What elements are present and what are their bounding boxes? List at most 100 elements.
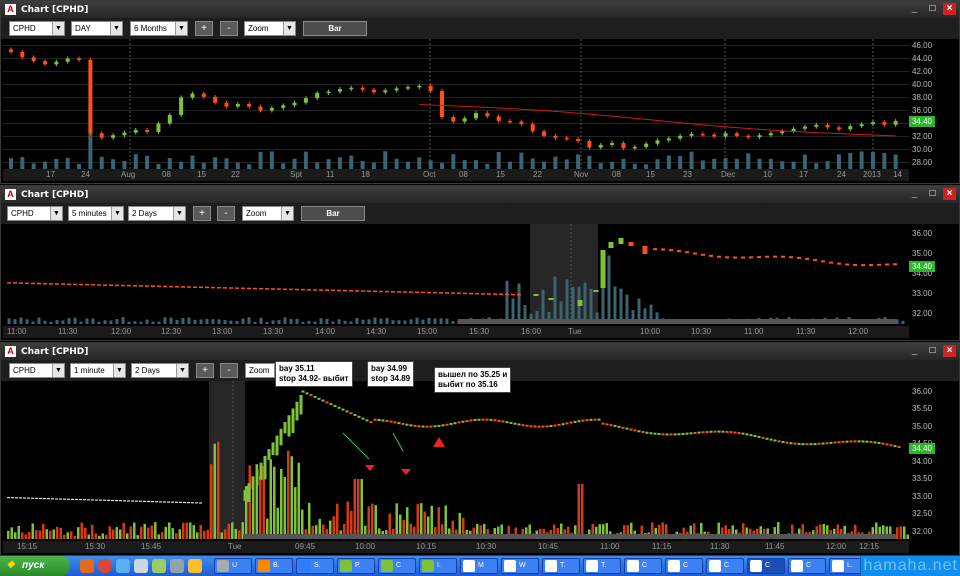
zoom-out-button[interactable]: - [220, 21, 238, 36]
candle [593, 418, 597, 421]
taskbar-task-button[interactable]: P. [337, 558, 375, 574]
candle [565, 422, 569, 425]
chevron-down-icon[interactable]: ▼ [52, 364, 64, 377]
candle [701, 431, 705, 434]
save-icon[interactable] [170, 559, 184, 573]
chevron-down-icon[interactable]: ▼ [50, 207, 62, 220]
candle [401, 422, 405, 425]
maximize-icon[interactable]: □ [926, 3, 939, 15]
taskbar-task-button[interactable]: C [788, 558, 826, 574]
window-titlebar[interactable]: A Chart [CPHD] _ □ × [1, 186, 959, 203]
taskbar-task-button[interactable]: I. [419, 558, 457, 574]
maximize-icon[interactable]: □ [926, 188, 939, 200]
chevron-down-icon[interactable]: ▼ [176, 364, 188, 377]
volume-bar [265, 321, 269, 324]
maximize-icon[interactable]: □ [926, 345, 939, 357]
taskbar-task-button[interactable]: B. [255, 558, 293, 574]
bar-chart-button[interactable]: Bar [303, 21, 367, 36]
volume-bar [105, 534, 108, 539]
volume-bar [893, 154, 898, 169]
window-titlebar[interactable]: A Chart [CPHD] _ □ × [1, 343, 959, 360]
volume-bar [571, 286, 575, 324]
minimize-icon[interactable]: _ [908, 345, 921, 357]
candle [9, 49, 13, 52]
taskbar-task-button[interactable]: T. [583, 558, 621, 574]
volume-bar [229, 320, 233, 324]
taskbar-task-button[interactable]: W [501, 558, 539, 574]
zoom-in-button[interactable]: + [193, 206, 211, 221]
minimize-icon[interactable]: _ [908, 188, 921, 200]
zoom-in-button[interactable]: + [195, 21, 213, 36]
task-app-icon [709, 560, 721, 572]
zoom-out-button[interactable]: - [217, 206, 235, 221]
opera-icon[interactable] [98, 559, 112, 573]
candle [87, 499, 90, 501]
candle [609, 424, 613, 427]
taskbar-task-button[interactable]: C [706, 558, 744, 574]
taskbar-task-button[interactable]: C [378, 558, 416, 574]
chevron-down-icon[interactable]: ▼ [113, 364, 125, 377]
candle [757, 435, 761, 438]
chevron-down-icon[interactable]: ▼ [52, 22, 64, 35]
candle [564, 137, 569, 140]
range-select[interactable]: 2 Days ▼ [128, 206, 186, 221]
chevron-down-icon[interactable]: ▼ [173, 207, 185, 220]
zoom-in-button[interactable]: + [196, 363, 214, 378]
browser-icon[interactable] [80, 559, 94, 573]
folder-icon[interactable] [188, 559, 202, 573]
taskbar-task-button[interactable]: C [624, 558, 662, 574]
app-icon[interactable] [152, 559, 166, 573]
chevron-down-icon[interactable]: ▼ [175, 22, 187, 35]
chevron-down-icon[interactable]: ▼ [111, 207, 123, 220]
candle [685, 432, 689, 435]
volume-bar [56, 526, 59, 539]
candle [857, 440, 861, 443]
ie-icon[interactable] [116, 559, 130, 573]
zoom-select[interactable]: Zoom ▼ [242, 206, 294, 221]
symbol-select[interactable]: CPHD ▼ [9, 363, 65, 378]
interval-select[interactable]: 1 minute ▼ [70, 363, 126, 378]
close-icon[interactable]: × [943, 345, 956, 357]
taskbar-task-button[interactable]: M [460, 558, 498, 574]
symbol-select[interactable]: CPHD ▼ [9, 21, 65, 36]
taskbar-task-button[interactable]: S. [296, 558, 334, 574]
volume-bar [91, 524, 94, 539]
volume-bar [444, 505, 447, 539]
close-icon[interactable]: × [943, 188, 956, 200]
taskbar-task-button[interactable]: U [214, 558, 252, 574]
x-tick-label: 12:15 [859, 542, 880, 551]
chevron-down-icon[interactable]: ▼ [281, 207, 293, 220]
trade-note-2-line-2: stop 34.89 [371, 374, 411, 383]
minimize-icon[interactable]: _ [908, 3, 921, 15]
price-plot-1min[interactable] [3, 381, 909, 539]
candle [505, 421, 509, 424]
interval-select[interactable]: DAY ▼ [71, 21, 123, 36]
price-plot-5min[interactable] [3, 224, 909, 324]
window-titlebar[interactable]: A Chart [CPHD] _ □ × [1, 1, 959, 18]
symbol-select[interactable]: CPHD ▼ [7, 206, 63, 221]
zoom-select[interactable]: Zoom [245, 363, 275, 378]
candle [409, 424, 413, 427]
zoom-out-button[interactable]: - [220, 363, 238, 378]
start-button[interactable]: ❖ пуск [0, 556, 70, 576]
taskbar-task-button[interactable]: T. [542, 558, 580, 574]
x-tick-label: 15 [646, 170, 655, 179]
last-price-badge: 34.40 [909, 115, 935, 127]
chevron-down-icon[interactable]: ▼ [110, 22, 122, 35]
range-select[interactable]: 6 Months ▼ [130, 21, 188, 36]
price-plot-daily[interactable] [3, 39, 909, 169]
candle [103, 284, 107, 286]
interval-select[interactable]: 5 minutes ▼ [68, 206, 124, 221]
chevron-down-icon[interactable]: ▼ [283, 22, 295, 35]
volume-bar [84, 527, 87, 539]
zoom-select[interactable]: Zoom ▼ [244, 21, 296, 36]
bar-chart-button[interactable]: Bar [301, 206, 365, 221]
volume-bar [169, 317, 173, 324]
candle [678, 135, 683, 139]
range-select[interactable]: 2 Days ▼ [131, 363, 189, 378]
volume-bar [108, 526, 111, 539]
close-icon[interactable]: × [943, 3, 956, 15]
explorer-icon[interactable] [134, 559, 148, 573]
taskbar-task-button[interactable]: C [665, 558, 703, 574]
taskbar-task-button[interactable]: C [747, 558, 785, 574]
